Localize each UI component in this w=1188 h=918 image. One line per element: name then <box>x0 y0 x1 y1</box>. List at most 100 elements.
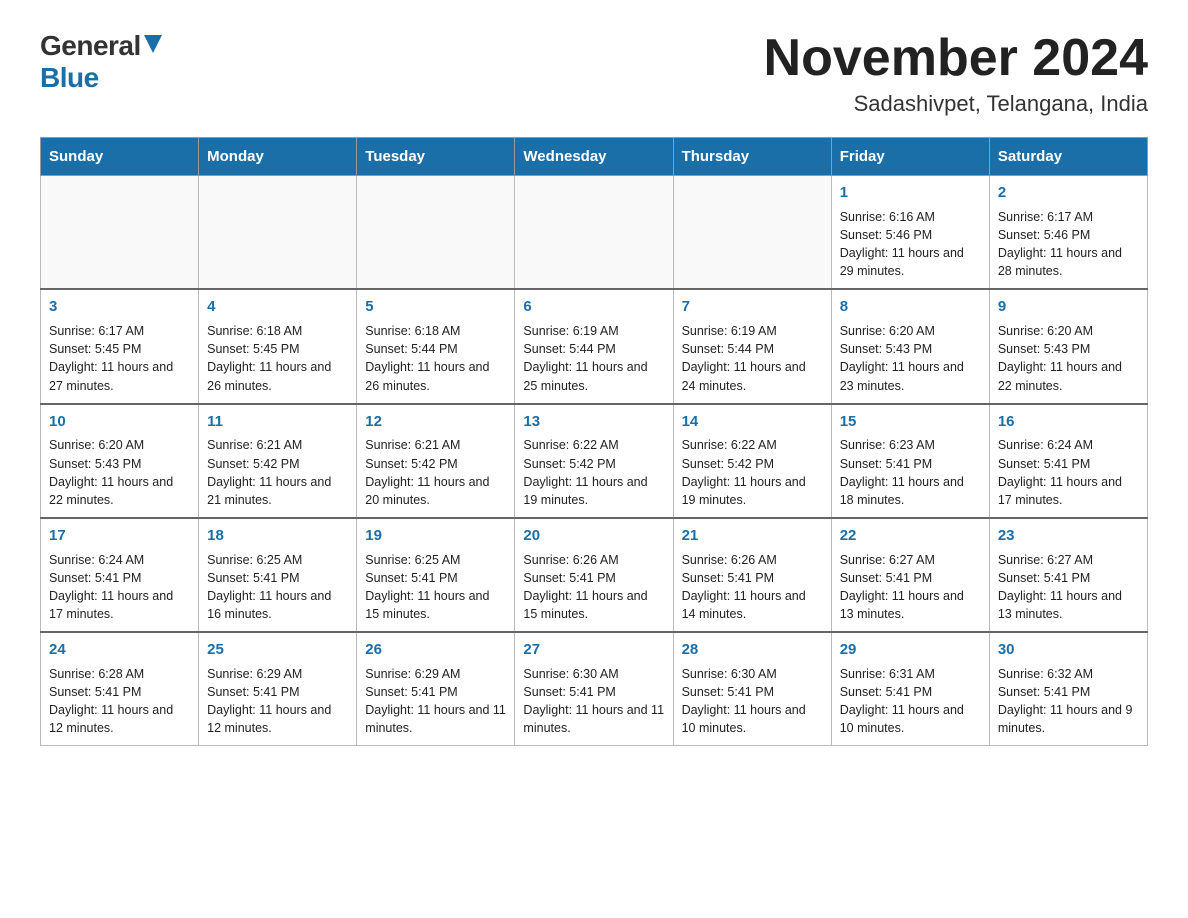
title-area: November 2024 Sadashivpet, Telangana, In… <box>764 30 1148 117</box>
day-info: Sunset: 5:41 PM <box>998 569 1139 587</box>
calendar-cell-week2-day5: 8Sunrise: 6:20 AMSunset: 5:43 PMDaylight… <box>831 289 989 403</box>
day-info: Sunrise: 6:29 AM <box>365 665 506 683</box>
day-number: 6 <box>523 296 664 318</box>
day-number: 28 <box>682 639 823 661</box>
calendar-week-3: 10Sunrise: 6:20 AMSunset: 5:43 PMDayligh… <box>41 404 1148 518</box>
calendar-cell-week5-day3: 27Sunrise: 6:30 AMSunset: 5:41 PMDayligh… <box>515 632 673 746</box>
day-number: 9 <box>998 296 1139 318</box>
day-info: Sunrise: 6:29 AM <box>207 665 348 683</box>
calendar-cell-week5-day0: 24Sunrise: 6:28 AMSunset: 5:41 PMDayligh… <box>41 632 199 746</box>
day-info: Sunrise: 6:30 AM <box>682 665 823 683</box>
day-number: 15 <box>840 411 981 433</box>
day-number: 29 <box>840 639 981 661</box>
day-info: Sunset: 5:44 PM <box>682 340 823 358</box>
logo-blue-text: Blue <box>40 62 99 94</box>
calendar-cell-week2-day4: 7Sunrise: 6:19 AMSunset: 5:44 PMDaylight… <box>673 289 831 403</box>
calendar-cell-week4-day3: 20Sunrise: 6:26 AMSunset: 5:41 PMDayligh… <box>515 518 673 632</box>
day-info: Sunrise: 6:28 AM <box>49 665 190 683</box>
day-info: Sunrise: 6:18 AM <box>207 322 348 340</box>
day-info: Sunset: 5:41 PM <box>998 455 1139 473</box>
calendar-cell-week4-day5: 22Sunrise: 6:27 AMSunset: 5:41 PMDayligh… <box>831 518 989 632</box>
calendar-cell-week1-day0 <box>41 176 199 290</box>
day-info: Sunrise: 6:20 AM <box>840 322 981 340</box>
day-number: 19 <box>365 525 506 547</box>
calendar-cell-week2-day2: 5Sunrise: 6:18 AMSunset: 5:44 PMDaylight… <box>357 289 515 403</box>
day-info: Sunset: 5:46 PM <box>998 226 1139 244</box>
day-info: Sunset: 5:41 PM <box>49 569 190 587</box>
calendar-cell-week2-day3: 6Sunrise: 6:19 AMSunset: 5:44 PMDaylight… <box>515 289 673 403</box>
calendar-cell-week3-day2: 12Sunrise: 6:21 AMSunset: 5:42 PMDayligh… <box>357 404 515 518</box>
day-number: 16 <box>998 411 1139 433</box>
day-number: 21 <box>682 525 823 547</box>
day-info: Daylight: 11 hours and 25 minutes. <box>523 358 664 394</box>
day-info: Sunrise: 6:17 AM <box>49 322 190 340</box>
day-info: Sunset: 5:41 PM <box>840 683 981 701</box>
day-info: Sunrise: 6:26 AM <box>682 551 823 569</box>
day-info: Sunset: 5:42 PM <box>523 455 664 473</box>
header-monday: Monday <box>199 138 357 176</box>
calendar-cell-week5-day4: 28Sunrise: 6:30 AMSunset: 5:41 PMDayligh… <box>673 632 831 746</box>
day-info: Sunrise: 6:24 AM <box>998 436 1139 454</box>
header-thursday: Thursday <box>673 138 831 176</box>
calendar-week-5: 24Sunrise: 6:28 AMSunset: 5:41 PMDayligh… <box>41 632 1148 746</box>
day-info: Daylight: 11 hours and 13 minutes. <box>840 587 981 623</box>
day-number: 4 <box>207 296 348 318</box>
day-number: 26 <box>365 639 506 661</box>
day-number: 18 <box>207 525 348 547</box>
day-info: Sunset: 5:42 PM <box>365 455 506 473</box>
day-info: Sunset: 5:44 PM <box>523 340 664 358</box>
day-info: Daylight: 11 hours and 15 minutes. <box>523 587 664 623</box>
calendar-cell-week3-day3: 13Sunrise: 6:22 AMSunset: 5:42 PMDayligh… <box>515 404 673 518</box>
calendar-cell-week1-day1 <box>199 176 357 290</box>
logo-triangle-icon <box>144 35 162 53</box>
header-friday: Friday <box>831 138 989 176</box>
calendar-cell-week5-day6: 30Sunrise: 6:32 AMSunset: 5:41 PMDayligh… <box>989 632 1147 746</box>
day-info: Daylight: 11 hours and 26 minutes. <box>207 358 348 394</box>
day-info: Daylight: 11 hours and 22 minutes. <box>49 473 190 509</box>
calendar-cell-week3-day1: 11Sunrise: 6:21 AMSunset: 5:42 PMDayligh… <box>199 404 357 518</box>
day-info: Sunset: 5:41 PM <box>49 683 190 701</box>
day-info: Sunrise: 6:32 AM <box>998 665 1139 683</box>
day-info: Sunrise: 6:30 AM <box>523 665 664 683</box>
day-info: Sunrise: 6:19 AM <box>682 322 823 340</box>
calendar-cell-week1-day4 <box>673 176 831 290</box>
day-number: 13 <box>523 411 664 433</box>
calendar-cell-week5-day5: 29Sunrise: 6:31 AMSunset: 5:41 PMDayligh… <box>831 632 989 746</box>
day-number: 30 <box>998 639 1139 661</box>
day-info: Sunset: 5:41 PM <box>207 683 348 701</box>
calendar-cell-week4-day2: 19Sunrise: 6:25 AMSunset: 5:41 PMDayligh… <box>357 518 515 632</box>
day-info: Daylight: 11 hours and 26 minutes. <box>365 358 506 394</box>
day-info: Daylight: 11 hours and 14 minutes. <box>682 587 823 623</box>
day-info: Sunset: 5:43 PM <box>840 340 981 358</box>
day-info: Daylight: 11 hours and 17 minutes. <box>998 473 1139 509</box>
day-info: Daylight: 11 hours and 24 minutes. <box>682 358 823 394</box>
calendar-cell-week5-day1: 25Sunrise: 6:29 AMSunset: 5:41 PMDayligh… <box>199 632 357 746</box>
day-info: Sunrise: 6:27 AM <box>840 551 981 569</box>
day-info: Daylight: 11 hours and 20 minutes. <box>365 473 506 509</box>
day-info: Daylight: 11 hours and 19 minutes. <box>523 473 664 509</box>
header-sunday: Sunday <box>41 138 199 176</box>
day-number: 3 <box>49 296 190 318</box>
logo: General Blue <box>40 30 162 94</box>
day-info: Sunrise: 6:20 AM <box>49 436 190 454</box>
day-info: Sunset: 5:41 PM <box>365 569 506 587</box>
day-info: Sunset: 5:41 PM <box>840 569 981 587</box>
day-number: 17 <box>49 525 190 547</box>
day-info: Daylight: 11 hours and 18 minutes. <box>840 473 981 509</box>
calendar-subtitle: Sadashivpet, Telangana, India <box>764 91 1148 117</box>
calendar-week-1: 1Sunrise: 6:16 AMSunset: 5:46 PMDaylight… <box>41 176 1148 290</box>
calendar-cell-week1-day5: 1Sunrise: 6:16 AMSunset: 5:46 PMDaylight… <box>831 176 989 290</box>
day-info: Sunset: 5:41 PM <box>207 569 348 587</box>
calendar-cell-week3-day6: 16 Sunrise: 6:24 AMSunset: 5:41 PMDayligh… <box>989 404 1147 518</box>
day-info: Sunrise: 6:25 AM <box>365 551 506 569</box>
calendar-cell-week3-day0: 10Sunrise: 6:20 AMSunset: 5:43 PMDayligh… <box>41 404 199 518</box>
day-info: Sunset: 5:46 PM <box>840 226 981 244</box>
day-info: Sunrise: 6:24 AM <box>49 551 190 569</box>
day-info: Daylight: 11 hours and 13 minutes. <box>998 587 1139 623</box>
day-number: 27 <box>523 639 664 661</box>
calendar-cell-week1-day2 <box>357 176 515 290</box>
day-info: Sunset: 5:41 PM <box>682 683 823 701</box>
day-number: 20 <box>523 525 664 547</box>
calendar-table: Sunday Monday Tuesday Wednesday Thursday… <box>40 137 1148 746</box>
day-info: Sunrise: 6:21 AM <box>207 436 348 454</box>
